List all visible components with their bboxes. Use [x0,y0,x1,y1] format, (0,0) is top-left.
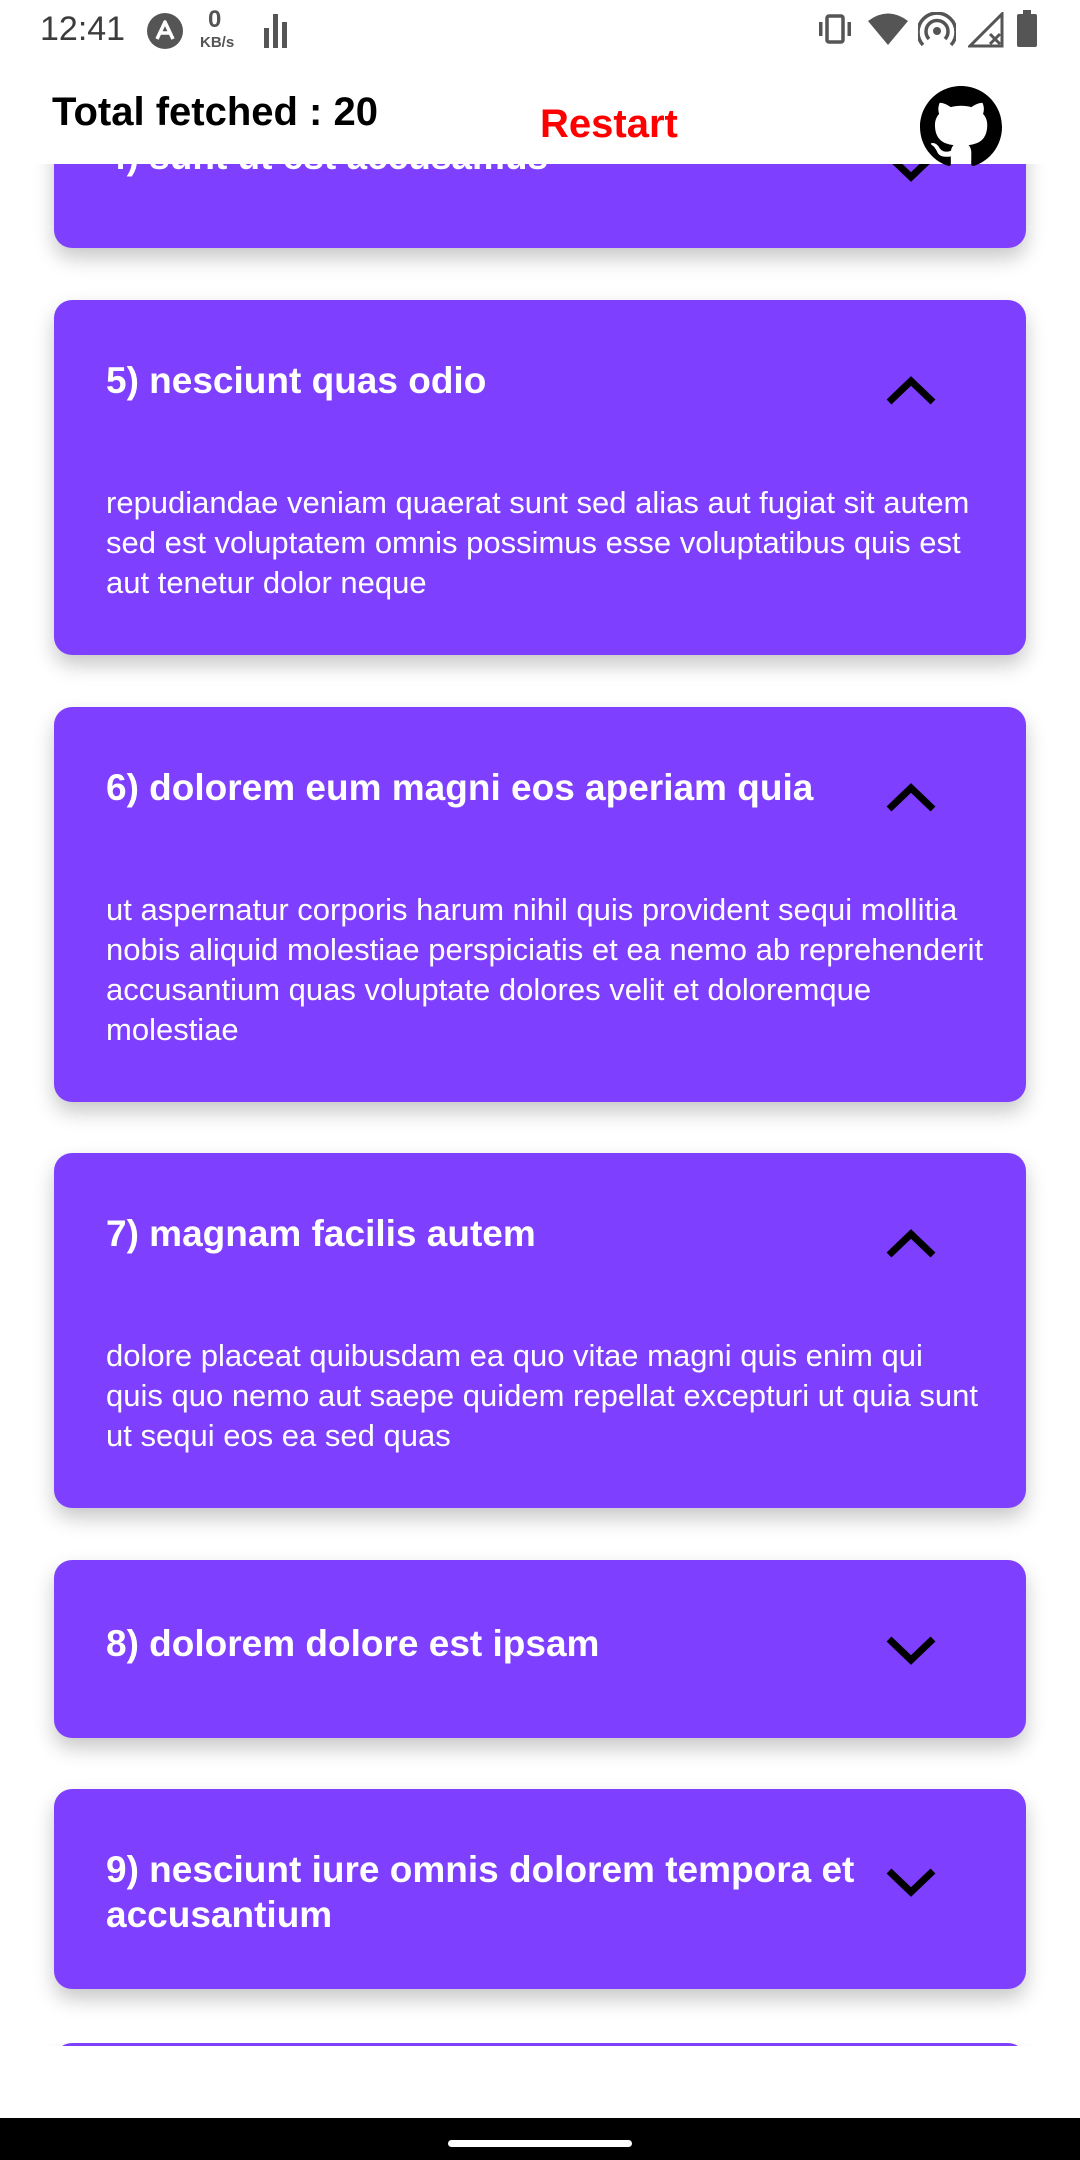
post-list[interactable]: 4) sunt ut est accusamus 5) nesciunt qua… [0,0,1080,2118]
wifi-icon [868,13,908,45]
signal-bars-icon [264,14,287,48]
list-item-title: 7) magnam facilis autem [106,1213,536,1254]
list-item-title: 9) nesciunt iure omnis dolorem tempora e… [106,1849,855,1935]
restart-button[interactable]: Restart [540,102,678,147]
status-bar: 12:41 0 KB/s [0,0,1080,62]
list-item[interactable]: 8) dolorem dolore est ipsam [54,1560,1026,1738]
list-item-title: 6) dolorem eum magni eos aperiam quia [106,767,814,808]
vibrate-icon [819,14,851,44]
list-item-body: dolore placeat quibusdam ea quo vitae ma… [106,1338,979,1453]
a-notification-icon [147,13,183,49]
total-fetched-count: Total fetched : 20 [52,90,378,134]
list-item-title: 8) dolorem dolore est ipsam [106,1623,600,1664]
chevron-down-icon[interactable] [884,1865,938,1899]
app-header: Total fetched : 20 Restart [0,62,1080,166]
chevron-up-icon[interactable] [884,374,938,408]
list-item[interactable]: 9) nesciunt iure omnis dolorem tempora e… [54,1789,1026,1989]
github-icon[interactable] [920,86,1002,168]
network-speed-unit: KB/s [200,34,235,51]
list-item[interactable]: 5) nesciunt quas odio repudiandae veniam… [54,300,1026,655]
home-indicator[interactable] [448,2140,632,2147]
list-item[interactable]: 6) dolorem eum magni eos aperiam quia ut… [54,707,1026,1102]
list-item-body: repudiandae veniam quaerat sunt sed alia… [106,485,970,600]
chevron-up-icon[interactable] [884,1227,938,1261]
chevron-up-icon[interactable] [884,781,938,815]
hotspot-icon [918,12,956,47]
navigation-bar [0,2118,1080,2160]
chevron-down-icon[interactable] [884,1633,938,1667]
list-item-body: ut aspernatur corporis harum nihil quis … [106,892,984,1047]
battery-icon [1017,10,1037,47]
status-time: 12:41 [40,10,126,48]
network-speed-value: 0 [208,6,222,33]
cell-signal-icon [968,12,1004,48]
list-item[interactable]: 7) magnam facilis autem dolore placeat q… [54,1153,1026,1508]
list-bottom-edge [0,2046,1080,2118]
list-item-title: 5) nesciunt quas odio [106,360,487,401]
